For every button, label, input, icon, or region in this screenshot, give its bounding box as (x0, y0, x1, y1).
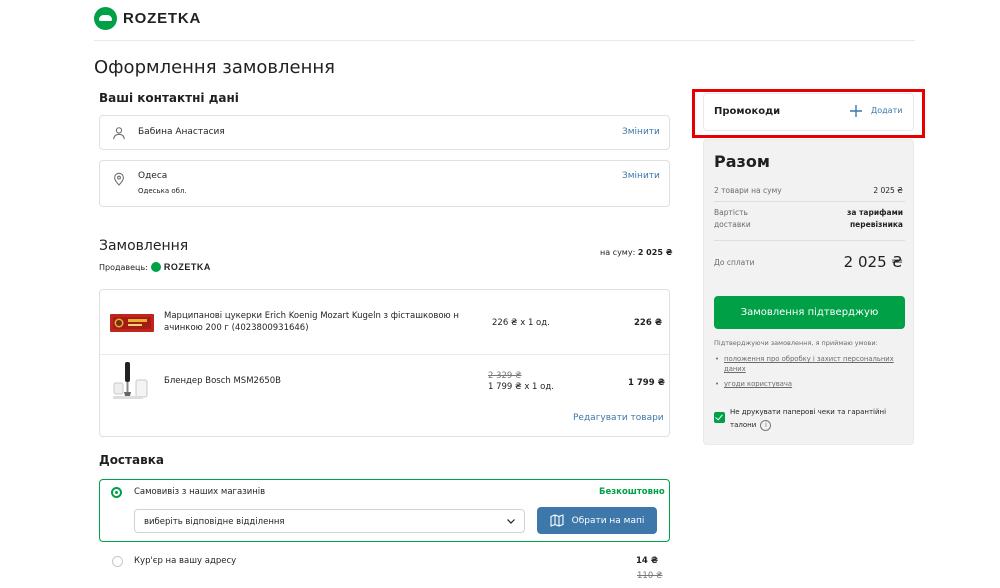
summary-pay-value: 2 025 ₴ (843, 253, 903, 271)
summary-divider (714, 201, 905, 202)
summary-items-value: 2 025 ₴ (873, 186, 903, 195)
order-summary-panel: Разом 2 товари на суму 2 025 ₴ Вартість … (703, 139, 914, 445)
pickup-price: Безкоштовно (599, 487, 665, 497)
user-agreement-link[interactable]: угоди користувача (724, 380, 792, 388)
courier-price: 14 ₴ (636, 556, 659, 566)
order-sum: на суму: 2 025 ₴ (600, 248, 673, 257)
chevron-down-icon (507, 519, 515, 524)
contact-city: Одеса (138, 171, 168, 181)
brand-name: ROZETKA (123, 10, 202, 27)
rozetka-logo[interactable]: ROZETKA (94, 7, 201, 30)
product-total: 226 ₴ (634, 318, 663, 328)
confirm-order-button[interactable]: Замовлення підтверджую (714, 296, 905, 329)
product-price-qty: 226 ₴ х 1 од. (492, 318, 550, 328)
choose-on-map-label: Обрати на мапі (571, 515, 645, 526)
site-header: ROZETKA (94, 0, 915, 41)
order-title: Замовлення (99, 238, 189, 254)
change-contact-link[interactable]: Змінити (622, 127, 660, 137)
rozetka-logo-icon (94, 7, 117, 30)
order-sum-label: на суму: (600, 248, 636, 257)
summary-delivery-value: за тарифами перевізника (847, 208, 903, 229)
product-total: 1 799 ₴ (628, 378, 665, 388)
product-price-qty: 2 329 ₴ 1 799 ₴ х 1 од. (488, 371, 554, 393)
contact-person-card: Бабина Анастасия Змінити (99, 115, 670, 150)
info-icon[interactable]: i (760, 419, 772, 431)
no-paper-label: Не друкувати паперові чеки та гарантійні… (730, 406, 910, 432)
branch-select-value: виберіть відповідне відділення (144, 517, 285, 527)
terms-item[interactable]: угоди користувача (714, 379, 909, 389)
user-icon (113, 127, 125, 140)
courier-label[interactable]: Кур'єр на вашу адресу (134, 555, 236, 567)
map-icon (550, 514, 564, 527)
row-divider (100, 354, 669, 355)
pickup-radio[interactable] (111, 487, 122, 498)
promo-codes-label: Промокоди (714, 106, 781, 117)
pickup-label: Самовивіз з наших магазинів (134, 487, 266, 497)
contact-location-card: Одеса Одеська обл. Змінити (99, 160, 670, 207)
no-paper-checkbox[interactable] (714, 412, 725, 423)
summary-title: Разом (714, 152, 770, 171)
courier-old-price: 110 ₴ (637, 571, 663, 582)
privacy-terms-link[interactable]: положення про обробку і захист персональ… (724, 355, 894, 373)
courier-radio[interactable] (112, 556, 123, 567)
change-location-link[interactable]: Змінити (622, 171, 660, 181)
seller-logo: ROZETKA (150, 262, 211, 272)
seller-label: Продавець: (99, 262, 148, 272)
branch-select[interactable]: виберіть відповідне відділення (134, 509, 525, 533)
product-old-price: 2 329 ₴ (488, 371, 522, 381)
choose-on-map-button[interactable]: Обрати на мапі (537, 507, 657, 534)
seller-name: ROZETKA (163, 262, 211, 272)
summary-delivery-label: Вартість доставки (714, 208, 751, 229)
product-name[interactable]: Марципанові цукерки Erich Koenig Mozart … (164, 310, 464, 334)
summary-pay-label: До сплати (714, 258, 755, 267)
page-title: Оформлення замовлення (94, 57, 335, 78)
delivery-title: Доставка (99, 453, 164, 467)
summary-divider (714, 240, 905, 241)
contacts-title: Ваші контактні дані (99, 91, 239, 105)
map-pin-icon (114, 172, 124, 186)
add-promo-link[interactable]: Додати (871, 106, 902, 115)
contact-region: Одеська обл. (138, 187, 187, 195)
seller-logo-icon (150, 262, 161, 272)
product-qty: 1 799 ₴ х 1 од. (488, 382, 554, 392)
summary-items-label: 2 товари на суму (714, 186, 782, 195)
seller-info: Продавець: ROZETKA (99, 262, 211, 272)
terms-item[interactable]: положення про обробку і захист персональ… (714, 354, 909, 374)
promo-codes-box[interactable]: Промокоди Додати (703, 93, 914, 131)
contact-name: Бабина Анастасия (138, 127, 225, 137)
candy-product-image[interactable] (110, 312, 154, 334)
no-paper-text: Не друкувати паперові чеки та гарантійні… (730, 408, 887, 429)
terms-intro: Підтверджуючи замовлення, я приймаю умов… (714, 339, 878, 347)
terms-list: положення про обробку і захист персональ… (714, 354, 909, 394)
order-sum-value: 2 025 ₴ (637, 248, 673, 257)
courier-old-price-value: 110 ₴ (637, 571, 663, 581)
plus-icon[interactable] (849, 104, 863, 118)
product-name[interactable]: Блендер Bosch MSM2650B (164, 375, 464, 387)
edit-items-link[interactable]: Редагувати товари (573, 413, 664, 423)
blender-product-image[interactable] (111, 361, 155, 403)
